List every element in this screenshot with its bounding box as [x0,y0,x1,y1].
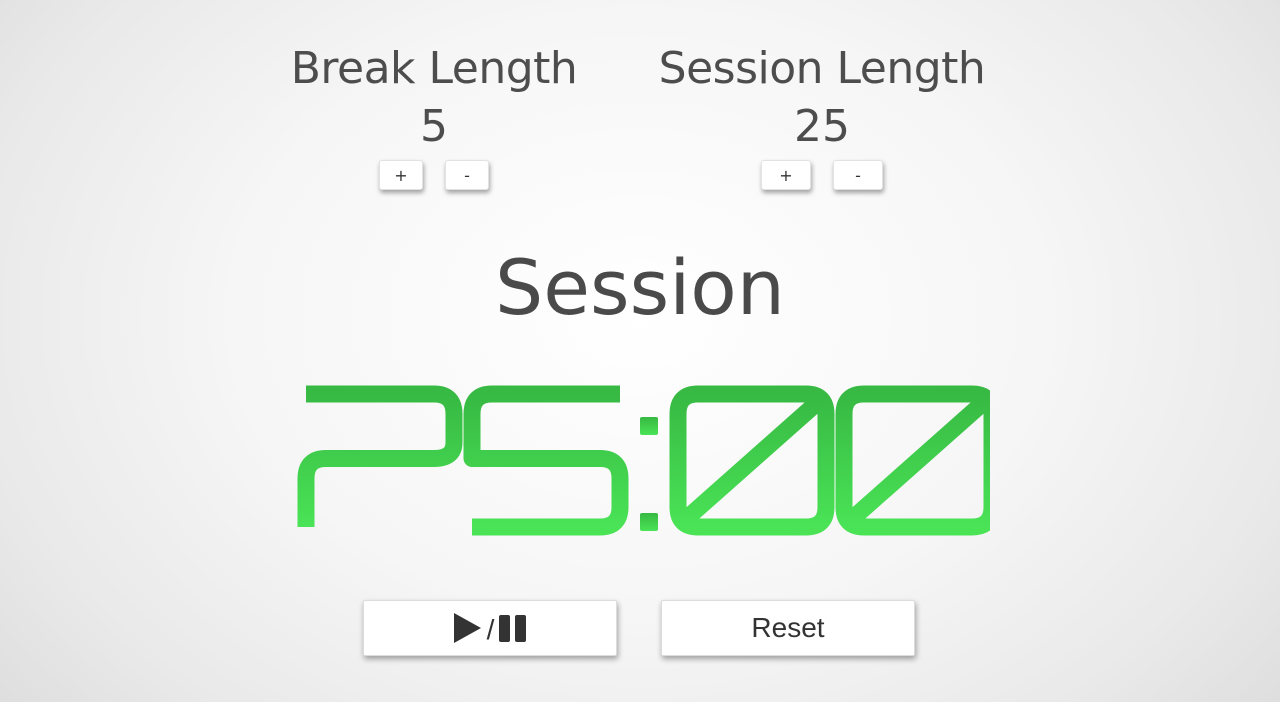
play-icon [453,613,481,643]
start-stop-separator: / [486,614,495,645]
timer-digit [297,385,463,527]
colon-dot [640,417,658,435]
break-length: 5 [420,101,448,152]
break-buttons: + - [274,160,594,190]
timer-digit [669,385,835,536]
session-buttons: + - [642,160,1002,190]
session-increment-button[interactable]: + [761,160,811,190]
session-length: 25 [794,101,850,152]
timer-label: Session [495,243,785,332]
timer-display [297,385,990,536]
break-increment-button[interactable]: + [379,160,423,190]
break-label: Break Length [290,43,578,94]
start-stop-button[interactable]: / [363,600,617,656]
timer-digit [835,385,990,536]
session-decrement-button[interactable]: - [833,160,883,190]
timer-digit [463,385,629,536]
colon-dot [640,513,658,531]
break-decrement-button[interactable]: - [445,160,489,190]
session-label: Session Length [658,43,986,94]
pause-icon [499,614,527,642]
reset-button[interactable]: Reset [661,600,915,656]
session-control: Session Length 25 + - [642,40,1002,190]
break-control: Break Length 5 + - [274,40,594,190]
